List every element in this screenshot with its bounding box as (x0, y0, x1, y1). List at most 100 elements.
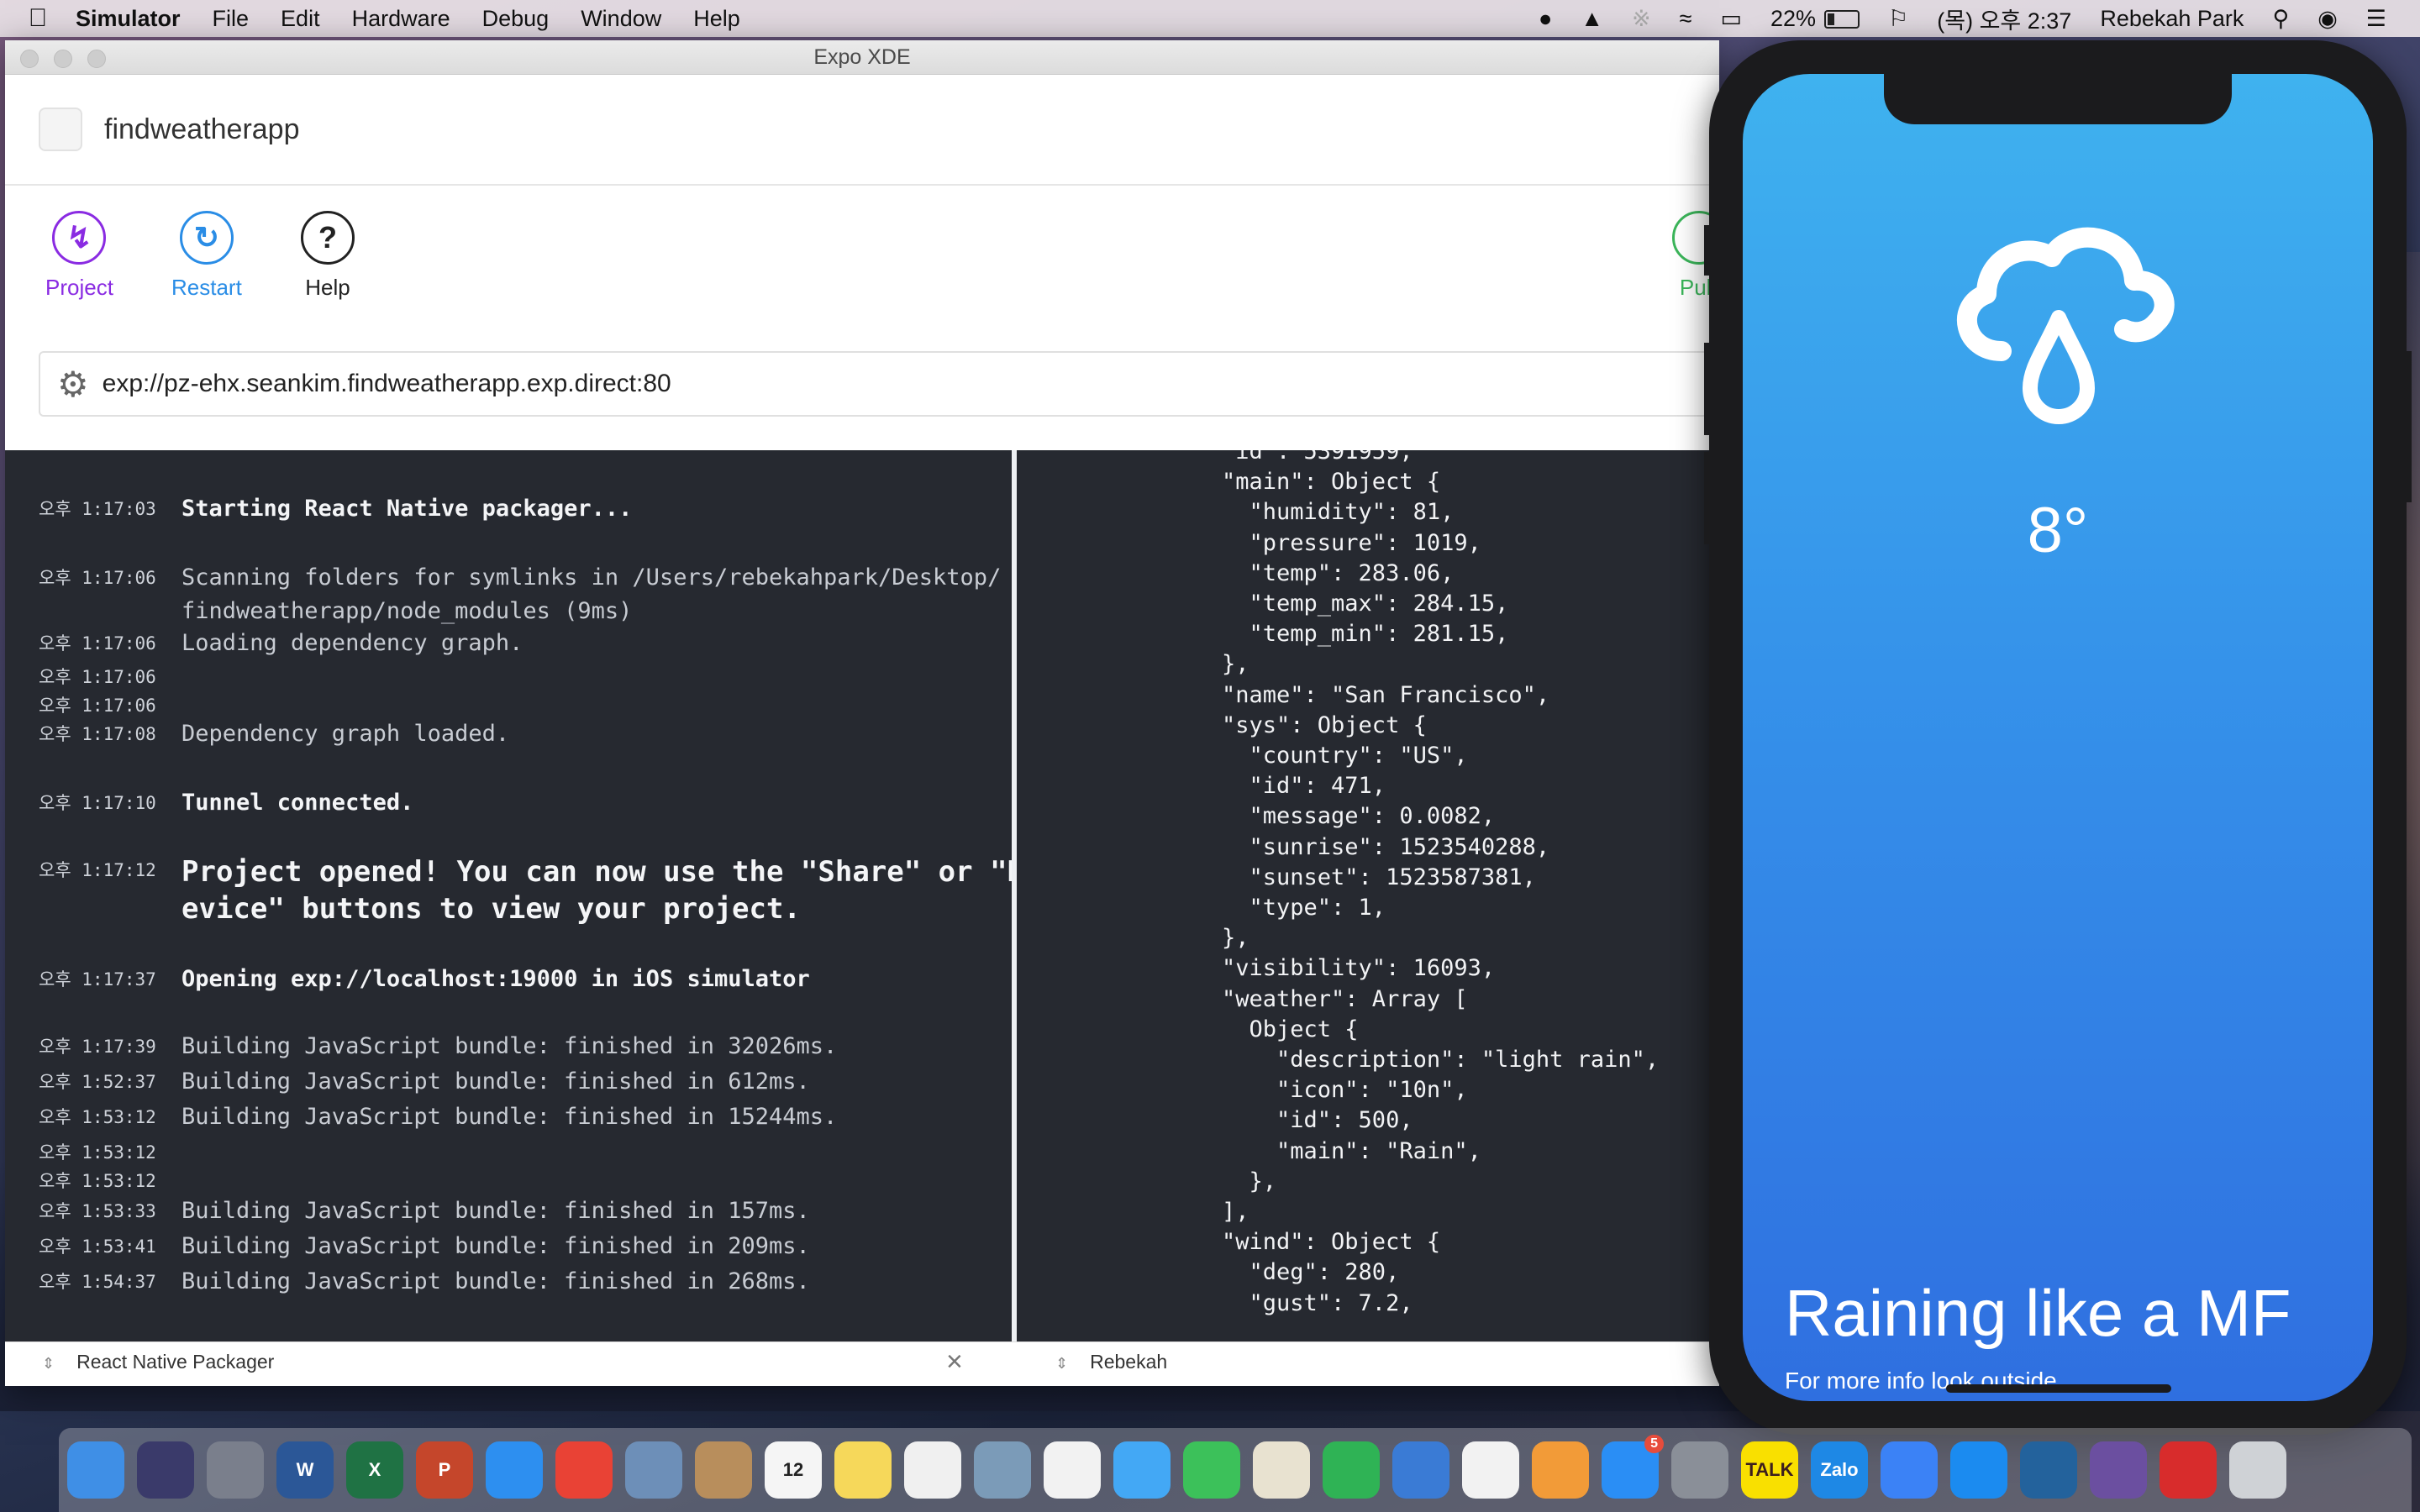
word-icon[interactable]: W (276, 1441, 334, 1499)
books-icon[interactable] (1532, 1441, 1589, 1499)
notes-icon[interactable] (834, 1441, 892, 1499)
reminders-icon[interactable] (904, 1441, 961, 1499)
log-message: Building JavaScript bundle: finished in … (182, 1033, 838, 1059)
project-button-label: Project (45, 275, 113, 300)
log-timestamp: 오후 1:53:33 (39, 1201, 156, 1221)
menu-file[interactable]: File (213, 6, 250, 32)
volume-up-button[interactable] (1704, 343, 1711, 435)
device-log-line: "name": "San Francisco", (1222, 681, 1550, 708)
menu-bar:  Simulator File Edit Hardware Debug Win… (0, 0, 2420, 37)
log-timestamp: 오후 1:53:12 (39, 1107, 156, 1127)
restart-button[interactable]: ↻ Restart (171, 211, 242, 301)
volume-down-button[interactable] (1704, 452, 1711, 544)
chrome-icon[interactable] (555, 1441, 613, 1499)
help-icon: ? (301, 211, 355, 265)
siri-menu-icon[interactable]: ◉ (2317, 6, 2338, 32)
system-preferences-icon[interactable] (1671, 1441, 1728, 1499)
device-tab[interactable]: ⇕ Rebekah (1055, 1351, 1167, 1373)
menu-help[interactable]: Help (693, 6, 740, 32)
kakaotalk-icon[interactable]: TALK (1741, 1441, 1798, 1499)
wifi-icon[interactable]: ≈ (1680, 6, 1692, 32)
device-log-line: "country": "US", (1222, 743, 1468, 769)
menu-user[interactable]: Rebekah Park (2100, 6, 2244, 32)
numbers-icon[interactable] (1323, 1441, 1380, 1499)
preview-icon[interactable] (625, 1441, 682, 1499)
zoom-window-button[interactable] (87, 50, 106, 68)
project-header: findweatherapp (5, 75, 1719, 186)
us-flag-input-icon[interactable]: ⚐ (1888, 6, 1908, 32)
app-store-icon[interactable]: 5 (1602, 1435, 1664, 1499)
minimize-window-button[interactable] (54, 50, 72, 68)
photo-booth-icon[interactable] (974, 1441, 1031, 1499)
device-log-line: "deg": 280, (1222, 1259, 1400, 1286)
device-log-line: }, (1222, 1168, 1277, 1194)
trash-icon[interactable] (2229, 1441, 2286, 1499)
calendar-glyph: 12 (782, 1459, 804, 1480)
launchpad-icon[interactable] (207, 1441, 264, 1499)
menu-clock[interactable]: (목) 오후 2:37 (1937, 3, 2071, 35)
device-log-line: "temp_max": 284.15, (1222, 591, 1509, 617)
xcode-icon[interactable] (1950, 1441, 2007, 1499)
menu-edit[interactable]: Edit (281, 6, 320, 32)
menu-hardware[interactable]: Hardware (352, 6, 450, 32)
vscode-icon[interactable] (2020, 1441, 2077, 1499)
apple-menu-icon[interactable]:  (0, 4, 76, 33)
home-indicator[interactable] (1946, 1384, 2171, 1393)
word-glyph: W (296, 1459, 314, 1480)
music-icon[interactable] (1462, 1441, 1519, 1499)
airplay-icon[interactable]: ▭ (1720, 6, 1742, 32)
menu-app-name[interactable]: Simulator (76, 6, 181, 32)
chat-status-icon[interactable]: ● (1539, 6, 1552, 32)
spotlight-search-icon[interactable]: ⚲ (2272, 6, 2289, 32)
textedit-icon[interactable] (1253, 1441, 1310, 1499)
safari-icon[interactable] (486, 1441, 543, 1499)
side-button[interactable] (2405, 351, 2412, 502)
evernote-status-icon[interactable]: ▲ (1581, 6, 1603, 32)
device-log-line: "gust": 7.2, (1222, 1289, 1413, 1316)
device-log-line: "wind": Object { (1222, 1229, 1441, 1256)
menu-window[interactable]: Window (581, 6, 661, 32)
device-log-pane[interactable]: "id": 5391959, "main": Object { "humidity… (1017, 450, 1719, 1383)
excel-icon[interactable]: X (346, 1441, 403, 1499)
device-log-line: "sunset": 1523587381, (1222, 864, 1536, 890)
battery-status[interactable]: 22% (1770, 6, 1860, 32)
restart-icon: ↻ (179, 211, 234, 265)
kakaotalk-glyph: TALK (1745, 1459, 1794, 1480)
project-button[interactable]: ↯ Project (45, 211, 113, 301)
github-icon[interactable] (2090, 1441, 2147, 1499)
project-url[interactable]: exp://pz-ehx.seankim.findweatherapp.exp.… (103, 370, 671, 398)
log-message: Building JavaScript bundle: finished in … (182, 1233, 810, 1259)
window-title: Expo XDE (813, 45, 911, 69)
messages-icon[interactable] (1113, 1441, 1171, 1499)
log-message: Loading dependency graph. (182, 630, 523, 656)
menu-debug[interactable]: Debug (482, 6, 550, 32)
log-timestamp: 오후 1:54:37 (39, 1272, 156, 1292)
finder-icon[interactable] (67, 1441, 124, 1499)
rain-cloud-icon (1957, 227, 2175, 424)
contacts-icon[interactable] (695, 1441, 752, 1499)
siri-icon[interactable] (137, 1441, 194, 1499)
notification-center-icon[interactable]: ☰ (2366, 6, 2386, 32)
mute-switch[interactable] (1704, 225, 1711, 276)
packager-log-pane[interactable]: 오후 1:17:03 Starting React Native packager… (5, 450, 1012, 1383)
phone-screen[interactable]: 8° Raining like a MF For more info look … (1743, 74, 2373, 1401)
gear-icon[interactable]: ⚙ (57, 364, 89, 405)
log-message: Dependency graph loaded. (182, 721, 510, 747)
close-window-button[interactable] (20, 50, 39, 68)
calendar-icon[interactable]: 12 (765, 1441, 822, 1499)
toolbox-icon[interactable] (2160, 1441, 2217, 1499)
device-log-line: "main": Object { (1222, 469, 1441, 496)
close-icon[interactable]: × (946, 1346, 963, 1378)
powerpoint-icon[interactable]: P (416, 1441, 473, 1499)
facetime-icon[interactable] (1183, 1441, 1240, 1499)
help-button[interactable]: ? Help (301, 211, 355, 301)
photos-icon[interactable] (1044, 1441, 1101, 1499)
url-bar[interactable]: ⚙ exp://pz-ehx.seankim.findweatherapp.ex… (39, 351, 1719, 417)
bluetooth-icon[interactable]: ※ (1632, 6, 1651, 32)
zalo-icon[interactable]: Zalo (1811, 1441, 1868, 1499)
log-timestamp: 오후 1:17:39 (39, 1037, 156, 1057)
packager-tab[interactable]: ⇕ React Native Packager (42, 1351, 274, 1373)
expo-icon[interactable] (1881, 1441, 1938, 1499)
window-titlebar[interactable]: Expo XDE (5, 40, 1719, 75)
keynote-icon[interactable] (1392, 1441, 1449, 1499)
